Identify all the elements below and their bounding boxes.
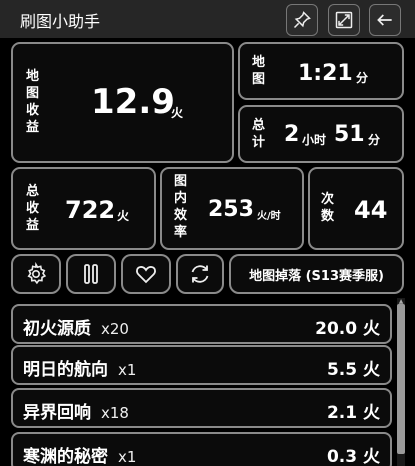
pause-icon bbox=[84, 264, 98, 284]
drop-name: 寒渊的秘密 x1 bbox=[23, 442, 136, 466]
total-time-card: 总计 2 小时 51 分 bbox=[238, 105, 404, 163]
total-income-unit: 火 bbox=[117, 209, 130, 223]
gear-icon bbox=[27, 262, 47, 285]
drop-name: 异界回响 x18 bbox=[23, 398, 129, 423]
favorite-button[interactable] bbox=[121, 254, 171, 294]
drops-scrollbar[interactable]: ▲ bbox=[397, 298, 405, 466]
total-income-label: 总收益 bbox=[26, 184, 40, 233]
map-efficiency-label: 图内效率 bbox=[174, 174, 188, 240]
count-card: 次数 44 bbox=[308, 167, 404, 250]
map-time-card: 地图 1:21 分 bbox=[238, 42, 404, 100]
total-time-hours-unit: 小时 bbox=[302, 133, 327, 147]
pin-button[interactable] bbox=[286, 4, 318, 36]
drops-list: 初火源质 x20 20.0 火 明日的航向 x1 5.5 火 异界回响 x18 2.1… bbox=[0, 298, 415, 466]
scrollbar-thumb[interactable] bbox=[397, 304, 405, 454]
count-value: 44 bbox=[354, 196, 388, 224]
pause-button[interactable] bbox=[66, 254, 116, 294]
drop-name: 初火源质 x20 bbox=[23, 314, 129, 339]
heart-icon bbox=[136, 266, 156, 284]
total-income-card: 总收益 722 火 bbox=[11, 167, 156, 250]
map-income-card: 地图收益 12.9 火 bbox=[11, 42, 234, 163]
total-time-minutes: 51 bbox=[334, 122, 365, 147]
map-time-value: 1:21 bbox=[298, 61, 353, 86]
total-time-hours: 2 bbox=[284, 122, 300, 147]
drop-value: 5.5 火 bbox=[326, 360, 380, 380]
drop-qty: x1 bbox=[118, 448, 137, 466]
resize-button[interactable] bbox=[328, 4, 360, 36]
drop-qty: x18 bbox=[101, 404, 129, 422]
drop-row[interactable]: 寒渊的秘密 x1 0.3 火 bbox=[11, 432, 392, 466]
drop-row[interactable]: 初火源质 x20 20.0 火 bbox=[11, 304, 392, 344]
resize-icon bbox=[335, 11, 353, 29]
drop-value: 0.3 火 bbox=[326, 447, 380, 466]
title-bar: 刷图小助手 bbox=[0, 0, 415, 38]
drop-qty: x20 bbox=[101, 320, 129, 338]
map-income-label: 地图收益 bbox=[26, 69, 40, 135]
drop-name-text: 初火源质 bbox=[23, 319, 91, 339]
map-efficiency-unit: 火/时 bbox=[257, 211, 281, 222]
map-time-unit: 分 bbox=[356, 71, 369, 85]
refresh-button[interactable] bbox=[176, 254, 224, 294]
settings-button[interactable] bbox=[11, 254, 61, 294]
count-label: 次数 bbox=[321, 192, 335, 224]
refresh-icon bbox=[191, 265, 209, 283]
map-income-value: 12.9 bbox=[91, 82, 175, 122]
back-button[interactable] bbox=[369, 4, 401, 36]
app-title: 刷图小助手 bbox=[20, 12, 101, 31]
total-income-value: 722 bbox=[65, 196, 116, 224]
total-time-minutes-unit: 分 bbox=[368, 133, 381, 147]
drop-value: 2.1 火 bbox=[326, 403, 380, 423]
pin-icon bbox=[293, 11, 311, 29]
map-efficiency-card: 图内效率 253 火/时 bbox=[160, 167, 304, 250]
total-time-label: 总计 bbox=[252, 118, 266, 150]
drop-row[interactable]: 异界回响 x18 2.1 火 bbox=[11, 388, 392, 428]
drop-name-text: 明日的航向 bbox=[23, 360, 108, 380]
map-efficiency-value: 253 bbox=[208, 197, 254, 222]
map-income-unit: 火 bbox=[171, 106, 184, 120]
drop-qty: x1 bbox=[118, 361, 137, 379]
map-time-label: 地图 bbox=[252, 55, 266, 87]
drop-value: 20.0 火 bbox=[315, 319, 380, 339]
map-drops-button[interactable]: 地图掉落 (S13赛季服) bbox=[229, 254, 404, 294]
back-arrow-icon bbox=[377, 14, 392, 26]
drop-name-text: 异界回响 bbox=[23, 403, 91, 423]
drop-row[interactable]: 明日的航向 x1 5.5 火 bbox=[11, 345, 392, 385]
drop-name-text: 寒渊的秘密 bbox=[23, 447, 108, 466]
drop-name: 明日的航向 x1 bbox=[23, 355, 136, 380]
